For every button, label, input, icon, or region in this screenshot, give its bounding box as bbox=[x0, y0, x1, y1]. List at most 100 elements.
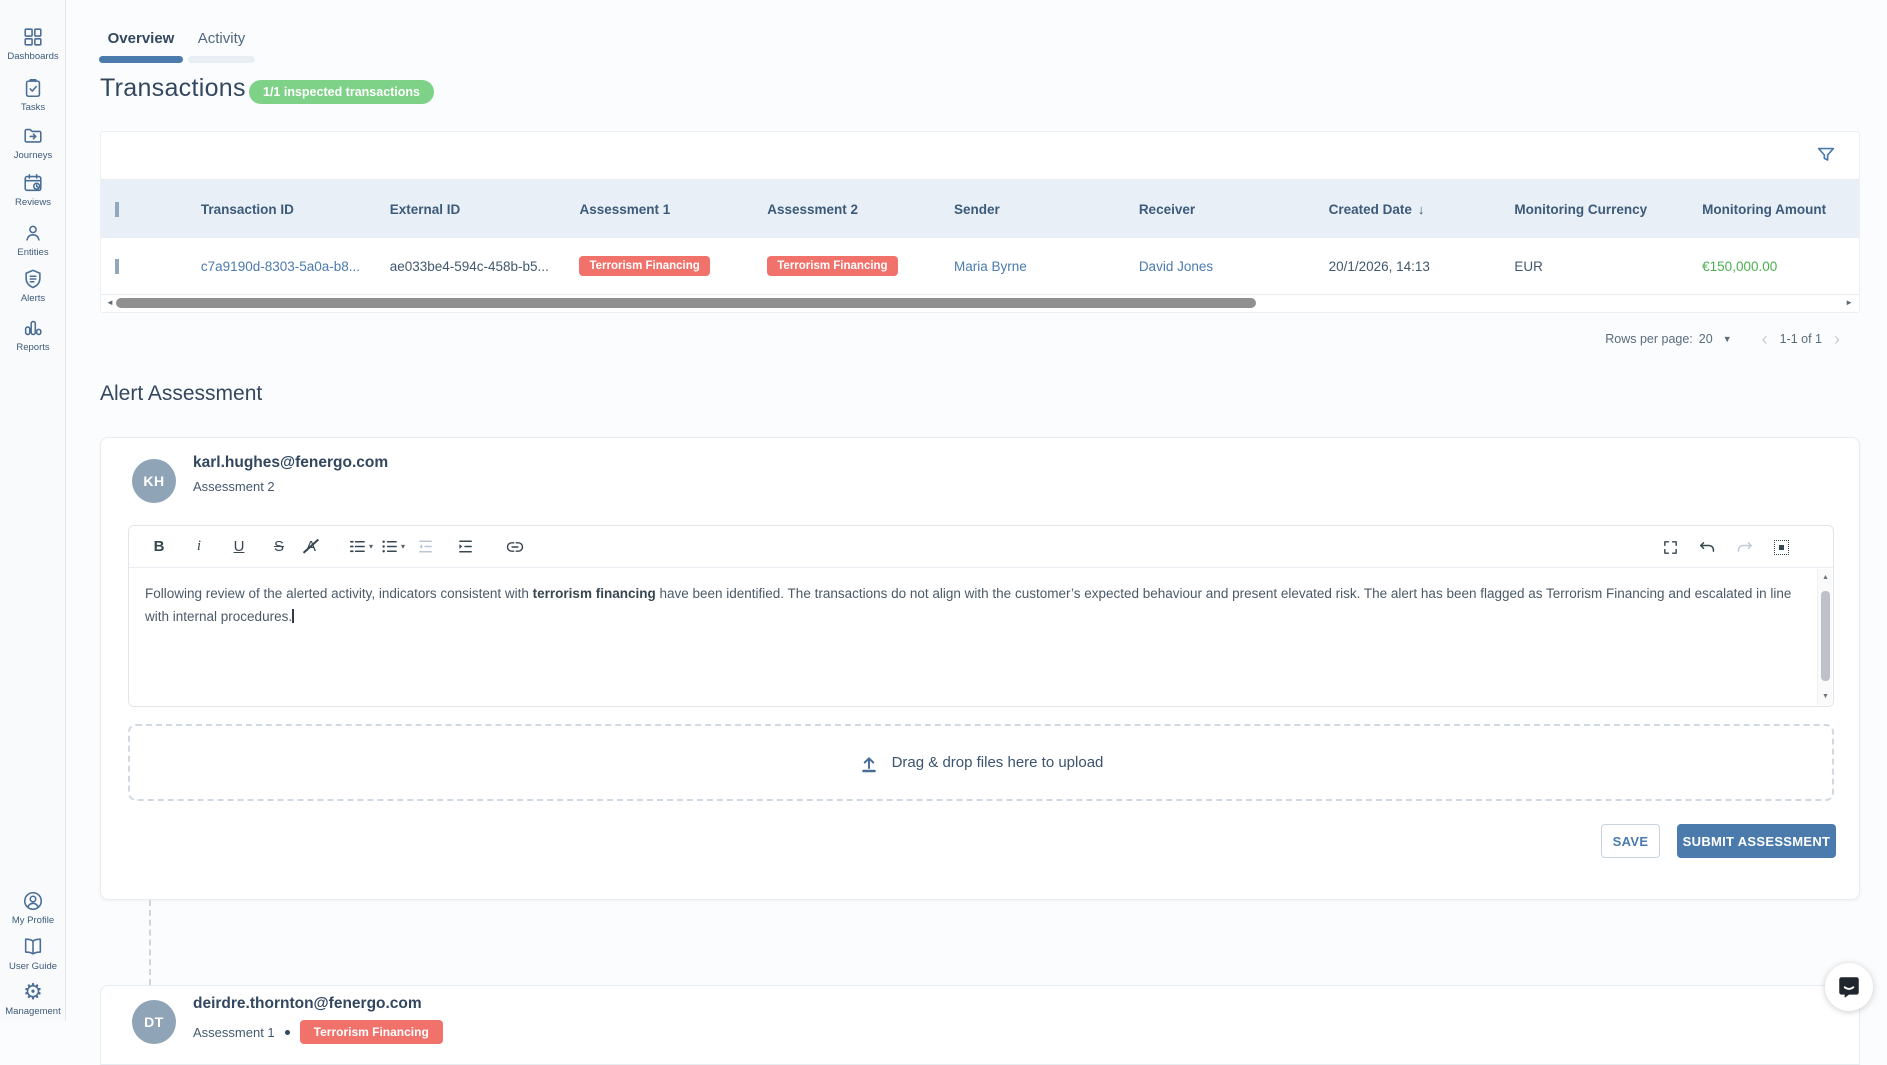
assessment-card-current: KH karl.hughes@fenergo.com Assessment 2 … bbox=[100, 437, 1860, 900]
journeys-icon bbox=[22, 125, 44, 147]
alerts-icon bbox=[22, 268, 44, 290]
bullet-separator bbox=[285, 1030, 290, 1035]
table-row[interactable]: c7a9190d-8303-5a0a-b8... ae033be4-594c-4… bbox=[101, 238, 1859, 295]
code-view-button[interactable] bbox=[1769, 534, 1793, 560]
dropzone-label: Drag & drop files here to upload bbox=[892, 754, 1104, 771]
sidebar-item-label: Journeys bbox=[14, 150, 53, 161]
sidebar-item-journeys[interactable]: Journeys bbox=[0, 125, 66, 161]
sidebar-item-user-guide[interactable]: User Guide bbox=[0, 936, 66, 972]
rich-text-editor: B i U S A ▾ ▾ bbox=[128, 525, 1834, 707]
clear-formatting-button[interactable]: A bbox=[299, 534, 323, 560]
sort-desc-icon: ↓ bbox=[1418, 202, 1425, 217]
indent-button[interactable] bbox=[453, 534, 477, 560]
rows-per-page-caret-icon[interactable]: ▼ bbox=[1723, 334, 1732, 344]
select-all-checkbox[interactable] bbox=[115, 202, 119, 217]
chat-launcher-button[interactable] bbox=[1825, 963, 1873, 1011]
sidebar-item-label: Dashboards bbox=[7, 51, 58, 62]
scroll-left-icon[interactable]: ◄ bbox=[106, 298, 114, 307]
column-header-receiver[interactable]: Receiver bbox=[1139, 202, 1329, 217]
next-page-icon[interactable]: › bbox=[1828, 330, 1846, 348]
unordered-list-button[interactable]: ▾ bbox=[381, 534, 405, 560]
strikethrough-button[interactable]: S bbox=[267, 534, 291, 560]
chat-bubble-icon bbox=[1836, 974, 1862, 1000]
editor-scrollbar-thumb[interactable] bbox=[1821, 591, 1830, 681]
external-id-value: ae033be4-594c-458b-b5... bbox=[390, 259, 549, 274]
grid-icon bbox=[1774, 540, 1789, 555]
assessment-text-input[interactable]: Following review of the alerted activity… bbox=[129, 569, 1817, 706]
outdent-button[interactable] bbox=[413, 534, 437, 560]
column-header-monitoring-amount[interactable]: Monitoring Amount bbox=[1702, 202, 1859, 217]
sidebar-item-label: Entities bbox=[17, 247, 48, 258]
submit-assessment-button[interactable]: SUBMIT ASSESSMENT bbox=[1677, 824, 1836, 858]
tab-activity-label: Activity bbox=[188, 30, 255, 47]
sidebar-item-alerts[interactable]: Alerts bbox=[0, 268, 66, 304]
row-checkbox[interactable] bbox=[115, 259, 119, 274]
horizontal-scrollbar-thumb[interactable] bbox=[116, 298, 1256, 308]
insert-link-button[interactable] bbox=[503, 534, 527, 560]
bold-button[interactable]: B bbox=[147, 534, 171, 560]
assessment-label: Assessment 1 bbox=[193, 1025, 275, 1040]
gear-icon: ⚙ bbox=[23, 981, 43, 1003]
sidebar-item-reports[interactable]: Reports bbox=[0, 317, 66, 353]
underline-button[interactable]: U bbox=[227, 534, 251, 560]
sidebar-item-dashboards[interactable]: Dashboards bbox=[0, 26, 66, 62]
tab-overview-indicator bbox=[99, 56, 183, 63]
avatar: KH bbox=[132, 459, 176, 503]
filter-icon[interactable] bbox=[1815, 144, 1837, 166]
alert-assessment-title: Alert Assessment bbox=[100, 382, 262, 406]
inspected-transactions-badge: 1/1 inspected transactions bbox=[249, 80, 434, 104]
scroll-up-icon[interactable]: ▲ bbox=[1818, 574, 1833, 581]
entities-icon bbox=[22, 222, 44, 244]
ordered-list-button[interactable]: ▾ bbox=[349, 534, 373, 560]
assessment-card-previous: DT deirdre.thornton@fenergo.com Assessme… bbox=[100, 985, 1860, 1065]
sidebar-item-entities[interactable]: Entities bbox=[0, 222, 66, 258]
table-header-row: Transaction ID External ID Assessment 1 … bbox=[101, 180, 1859, 238]
editor-scrollbar[interactable]: ▲ ▼ bbox=[1817, 569, 1832, 705]
sidebar-item-label: Tasks bbox=[21, 102, 45, 113]
column-header-external-id[interactable]: External ID bbox=[390, 202, 580, 217]
created-date-value: 20/1/2026, 14:13 bbox=[1329, 259, 1430, 274]
italic-button[interactable]: i bbox=[187, 534, 211, 560]
column-header-assessment-1[interactable]: Assessment 1 bbox=[579, 202, 767, 217]
pagination-range: 1-1 of 1 bbox=[1780, 332, 1822, 346]
column-header-monitoring-currency[interactable]: Monitoring Currency bbox=[1514, 202, 1702, 217]
assessor-email: deirdre.thornton@fenergo.com bbox=[193, 995, 422, 1013]
tab-activity[interactable]: Activity bbox=[188, 30, 255, 63]
sidebar-item-tasks[interactable]: Tasks bbox=[0, 77, 66, 113]
column-header-sender[interactable]: Sender bbox=[954, 202, 1139, 217]
fullscreen-button[interactable] bbox=[1658, 534, 1682, 560]
rows-per-page-value[interactable]: 20 bbox=[1699, 332, 1713, 346]
assessment-label: Assessment 2 bbox=[193, 479, 275, 494]
sidebar-item-reviews[interactable]: Reviews bbox=[0, 172, 66, 208]
horizontal-scrollbar[interactable]: ◄ ► bbox=[101, 295, 1859, 312]
column-header-transaction-id[interactable]: Transaction ID bbox=[201, 202, 390, 217]
scroll-down-icon[interactable]: ▼ bbox=[1818, 693, 1833, 700]
undo-button[interactable] bbox=[1695, 534, 1719, 560]
editor-toolbar: B i U S A ▾ ▾ bbox=[129, 526, 1833, 568]
timeline-connector bbox=[149, 900, 151, 985]
reports-icon bbox=[22, 317, 44, 339]
redo-button[interactable] bbox=[1732, 534, 1756, 560]
table-pagination: Rows per page: 20 ▼ ‹ 1-1 of 1 › bbox=[100, 326, 1860, 352]
sidebar-item-label: Alerts bbox=[21, 293, 45, 304]
sender-link[interactable]: Maria Byrne bbox=[954, 259, 1027, 274]
tab-overview-label: Overview bbox=[99, 30, 183, 47]
save-button[interactable]: SAVE bbox=[1601, 824, 1660, 858]
file-dropzone[interactable]: Drag & drop files here to upload bbox=[128, 724, 1834, 801]
receiver-link[interactable]: David Jones bbox=[1139, 259, 1213, 274]
previous-page-icon[interactable]: ‹ bbox=[1756, 330, 1774, 348]
dashboards-icon bbox=[22, 26, 44, 48]
column-header-created-date[interactable]: Created Date↓ bbox=[1329, 202, 1515, 217]
transaction-id-link[interactable]: c7a9190d-8303-5a0a-b8... bbox=[201, 259, 360, 274]
tasks-icon bbox=[22, 77, 44, 99]
column-header-assessment-2[interactable]: Assessment 2 bbox=[767, 202, 954, 217]
sidebar-item-my-profile[interactable]: My Profile bbox=[0, 890, 66, 926]
monitoring-amount-value: €150,000.00 bbox=[1702, 259, 1777, 274]
my-profile-icon bbox=[22, 890, 44, 912]
assessment-result-badge: Terrorism Financing bbox=[300, 1020, 443, 1044]
tab-overview[interactable]: Overview bbox=[99, 30, 183, 63]
scroll-right-icon[interactable]: ► bbox=[1845, 298, 1853, 307]
sidebar-item-management[interactable]: ⚙ Management bbox=[0, 981, 66, 1017]
tab-activity-indicator bbox=[188, 56, 255, 63]
assessor-email: karl.hughes@fenergo.com bbox=[193, 454, 388, 472]
